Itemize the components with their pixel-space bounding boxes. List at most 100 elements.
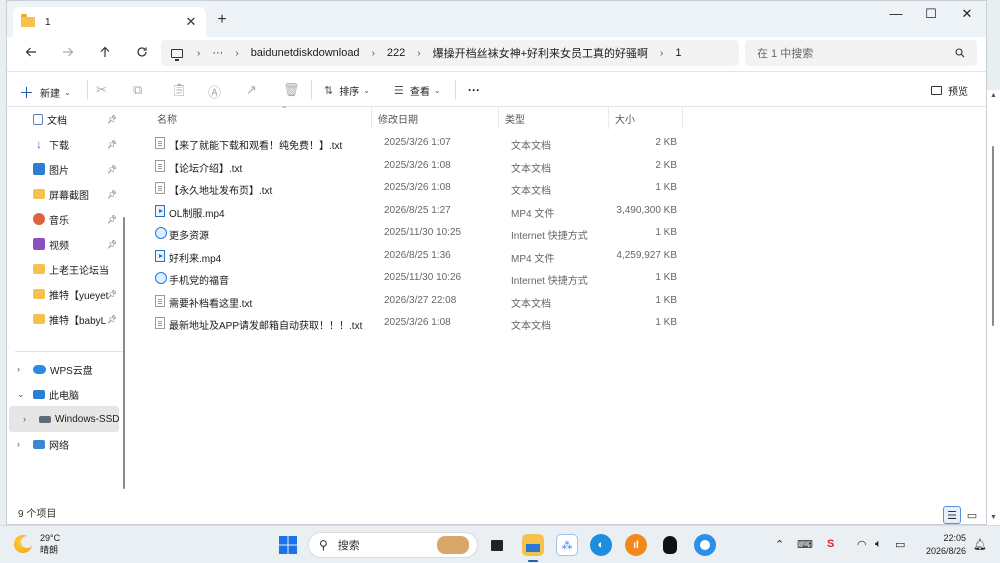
nav-scrollbar[interactable] bbox=[122, 107, 126, 497]
nav-scrollbar-thumb[interactable] bbox=[123, 217, 125, 489]
outer-scrollbar[interactable]: ▲ ▼ bbox=[987, 90, 1000, 525]
chevron-down-icon[interactable]: ⌄ bbox=[17, 389, 29, 400]
sidebar-item-label: 屏幕截图 bbox=[49, 190, 89, 202]
file-row[interactable]: 好利来.mp4 2026/8/25 1:36 MP4 文件 4,259,927 KB bbox=[149, 245, 685, 267]
breadcrumb-item[interactable]: 222 bbox=[387, 47, 405, 59]
back-button[interactable] bbox=[17, 40, 45, 68]
up-button[interactable] bbox=[91, 40, 119, 68]
scroll-down-icon[interactable]: ▼ bbox=[990, 514, 997, 521]
file-row[interactable]: OL制服.mp4 2026/8/25 1:27 MP4 文件 3,490,300 KB bbox=[149, 200, 685, 222]
sidebar-item-network[interactable]: › 网络 bbox=[17, 433, 127, 455]
view-lines-icon: ☰ bbox=[394, 85, 404, 97]
wifi-icon[interactable]: ◠ bbox=[857, 538, 867, 551]
battery-icon[interactable]: ▭ bbox=[895, 538, 905, 551]
scroll-up-icon[interactable]: ▲ bbox=[990, 92, 997, 99]
refresh-button[interactable] bbox=[128, 40, 156, 68]
sidebar-item-label: 视频 bbox=[49, 240, 69, 252]
sidebar-item-this-pc[interactable]: ⌄ 此电脑 bbox=[17, 383, 127, 405]
chevron-right-icon[interactable]: › bbox=[23, 414, 35, 424]
tiles-view-icon: ▭ bbox=[966, 509, 978, 522]
sort-button[interactable]: ⇅ 排序 ⌄ bbox=[324, 83, 370, 98]
volume-icon[interactable]: 🔈︎ bbox=[875, 538, 882, 551]
sidebar-item-videos[interactable]: 视频 📌︎ bbox=[33, 233, 117, 255]
text-file-icon bbox=[155, 317, 165, 329]
breadcrumb-overflow[interactable]: ··· bbox=[212, 47, 223, 59]
sidebar-item-label: 下载 bbox=[49, 140, 69, 152]
breadcrumb-item[interactable]: baidunetdiskdownload bbox=[251, 47, 360, 59]
sidebar-item-pictures[interactable]: 图片 📌︎ bbox=[33, 158, 117, 180]
clock-time: 22:05 bbox=[943, 533, 966, 543]
chevron-right-icon[interactable]: › bbox=[17, 439, 29, 449]
browser-button[interactable]: ◐ bbox=[590, 534, 612, 556]
file-row[interactable]: 更多资源 2025/11/30 10:25 Internet 快捷方式 1 KB bbox=[149, 222, 685, 244]
file-explorer-taskbar-button[interactable] bbox=[522, 534, 544, 556]
column-header-name[interactable]: 名称 ⌃ bbox=[151, 105, 372, 129]
outer-scrollbar-thumb[interactable] bbox=[992, 146, 994, 326]
sidebar-item-folder[interactable]: 推特【yueyet 📌︎ bbox=[33, 283, 117, 305]
clock[interactable]: 22:05 2026/8/26 bbox=[920, 532, 966, 558]
rename-icon[interactable]: Ⓐ bbox=[208, 82, 221, 101]
app-icon-1[interactable]: ⁂ bbox=[556, 534, 578, 556]
notification-icon[interactable]: 🔔︎ bbox=[973, 538, 987, 551]
task-view-button[interactable] bbox=[486, 534, 508, 556]
close-window-button[interactable]: ✕ bbox=[949, 1, 985, 27]
arrow-right-icon bbox=[63, 47, 74, 57]
new-button[interactable]: ＋ 新建 ⌄ bbox=[19, 82, 71, 103]
maximize-button[interactable]: ☐ bbox=[913, 1, 949, 27]
file-type: 文本文档 bbox=[511, 321, 551, 332]
breadcrumb-item-current[interactable]: 1 bbox=[675, 47, 681, 59]
file-row[interactable]: 手机党的福音 2025/11/30 10:26 Internet 快捷方式 1 KB bbox=[149, 267, 685, 289]
sidebar-item-folder[interactable]: 推特【babyL 📌︎ bbox=[33, 308, 117, 330]
paste-icon[interactable]: 📋︎ bbox=[171, 82, 188, 98]
file-name: 更多资源 bbox=[169, 231, 209, 242]
delete-icon[interactable]: 🗑︎ bbox=[283, 82, 300, 98]
sidebar-item-wps-cloud[interactable]: › WPS云盘 bbox=[17, 358, 127, 380]
file-list-scrollbar[interactable] bbox=[964, 107, 976, 499]
tiles-view-button[interactable]: ▭ bbox=[963, 506, 981, 524]
sidebar-item-screenshots[interactable]: 屏幕截图 📌︎ bbox=[33, 183, 117, 205]
minimize-button[interactable]: — bbox=[878, 1, 914, 27]
sidebar-item-label: 文档 bbox=[47, 115, 67, 127]
status-bar: 9 个项目 bbox=[7, 499, 986, 524]
sidebar-item-documents[interactable]: 文档 📌︎ bbox=[33, 108, 117, 130]
copy-icon[interactable]: ⧉ bbox=[133, 82, 142, 98]
file-type: 文本文档 bbox=[511, 298, 551, 310]
cut-icon[interactable]: ✂ bbox=[96, 82, 107, 98]
address-bar[interactable]: › ··· › baidunetdiskdownload › 222 › 爆操开… bbox=[161, 40, 739, 66]
keyboard-icon[interactable]: ⌨ bbox=[797, 538, 813, 551]
chevron-right-icon[interactable]: › bbox=[17, 364, 29, 374]
sidebar-item-windows-ssd[interactable]: › Windows-SSD bbox=[23, 408, 127, 430]
share-icon[interactable]: ↗ bbox=[246, 82, 257, 98]
app-orange-button[interactable]: ıl bbox=[625, 534, 647, 556]
breadcrumb-item[interactable]: 爆操开档丝袜女神+好利来女员工真的好骚啊 bbox=[433, 45, 648, 61]
sidebar-item-music[interactable]: 音乐 📌︎ bbox=[33, 208, 117, 230]
file-modified: 2026/8/25 1:27 bbox=[384, 204, 451, 216]
more-options-icon[interactable]: ··· bbox=[468, 83, 480, 97]
details-view-button[interactable]: ☰ bbox=[943, 506, 961, 524]
sidebar-item-downloads[interactable]: ↓ 下载 📌︎ bbox=[33, 133, 117, 155]
browser-icon: ◐ bbox=[597, 539, 605, 551]
file-row[interactable]: 【论坛介绍】.txt 2025/3/26 1:08 文本文档 2 KB bbox=[149, 155, 685, 177]
column-header-type[interactable]: 类型 bbox=[499, 107, 609, 129]
search-input[interactable]: 在 1 中搜索 bbox=[745, 40, 977, 66]
qq-button[interactable] bbox=[659, 534, 681, 556]
column-header-modified[interactable]: 修改日期 bbox=[372, 107, 499, 129]
file-row[interactable]: 【来了就能下载和观看！纯免费！】.txt 2025/3/26 1:07 文本文档 2 … bbox=[149, 132, 685, 154]
input-method-icon[interactable]: S bbox=[827, 538, 834, 550]
app-blue-button[interactable] bbox=[694, 534, 716, 556]
taskbar-search[interactable]: ⚲ 搜索 bbox=[308, 532, 478, 558]
tab-close-icon[interactable]: ✕ bbox=[184, 14, 198, 30]
file-row[interactable]: 【永久地址发布页】.txt 2025/3/26 1:08 文本文档 1 KB bbox=[149, 177, 685, 199]
show-hidden-icons-icon[interactable]: ⌃ bbox=[775, 538, 784, 551]
column-header-size[interactable]: 大小 bbox=[609, 107, 683, 129]
view-button[interactable]: ☰ 查看 ⌄ bbox=[394, 83, 441, 98]
sidebar-item-folder[interactable]: 上老王论坛当 bbox=[33, 258, 109, 280]
file-row[interactable]: 最新地址及APP请发邮箱自动获取！！！.txt 2025/3/26 1:08 文本文… bbox=[149, 312, 685, 334]
forward-button[interactable] bbox=[54, 40, 82, 68]
file-row[interactable]: 需要补档看这里.txt 2026/3/27 22:08 文本文档 1 KB bbox=[149, 290, 685, 312]
new-tab-button[interactable]: + bbox=[212, 10, 232, 30]
preview-pane-button[interactable]: 预览 bbox=[931, 83, 968, 98]
weather-widget[interactable]: 29°C 晴朗 bbox=[14, 532, 60, 556]
tab-current-folder[interactable]: 1 ✕ bbox=[13, 7, 206, 37]
start-button[interactable] bbox=[277, 534, 299, 556]
